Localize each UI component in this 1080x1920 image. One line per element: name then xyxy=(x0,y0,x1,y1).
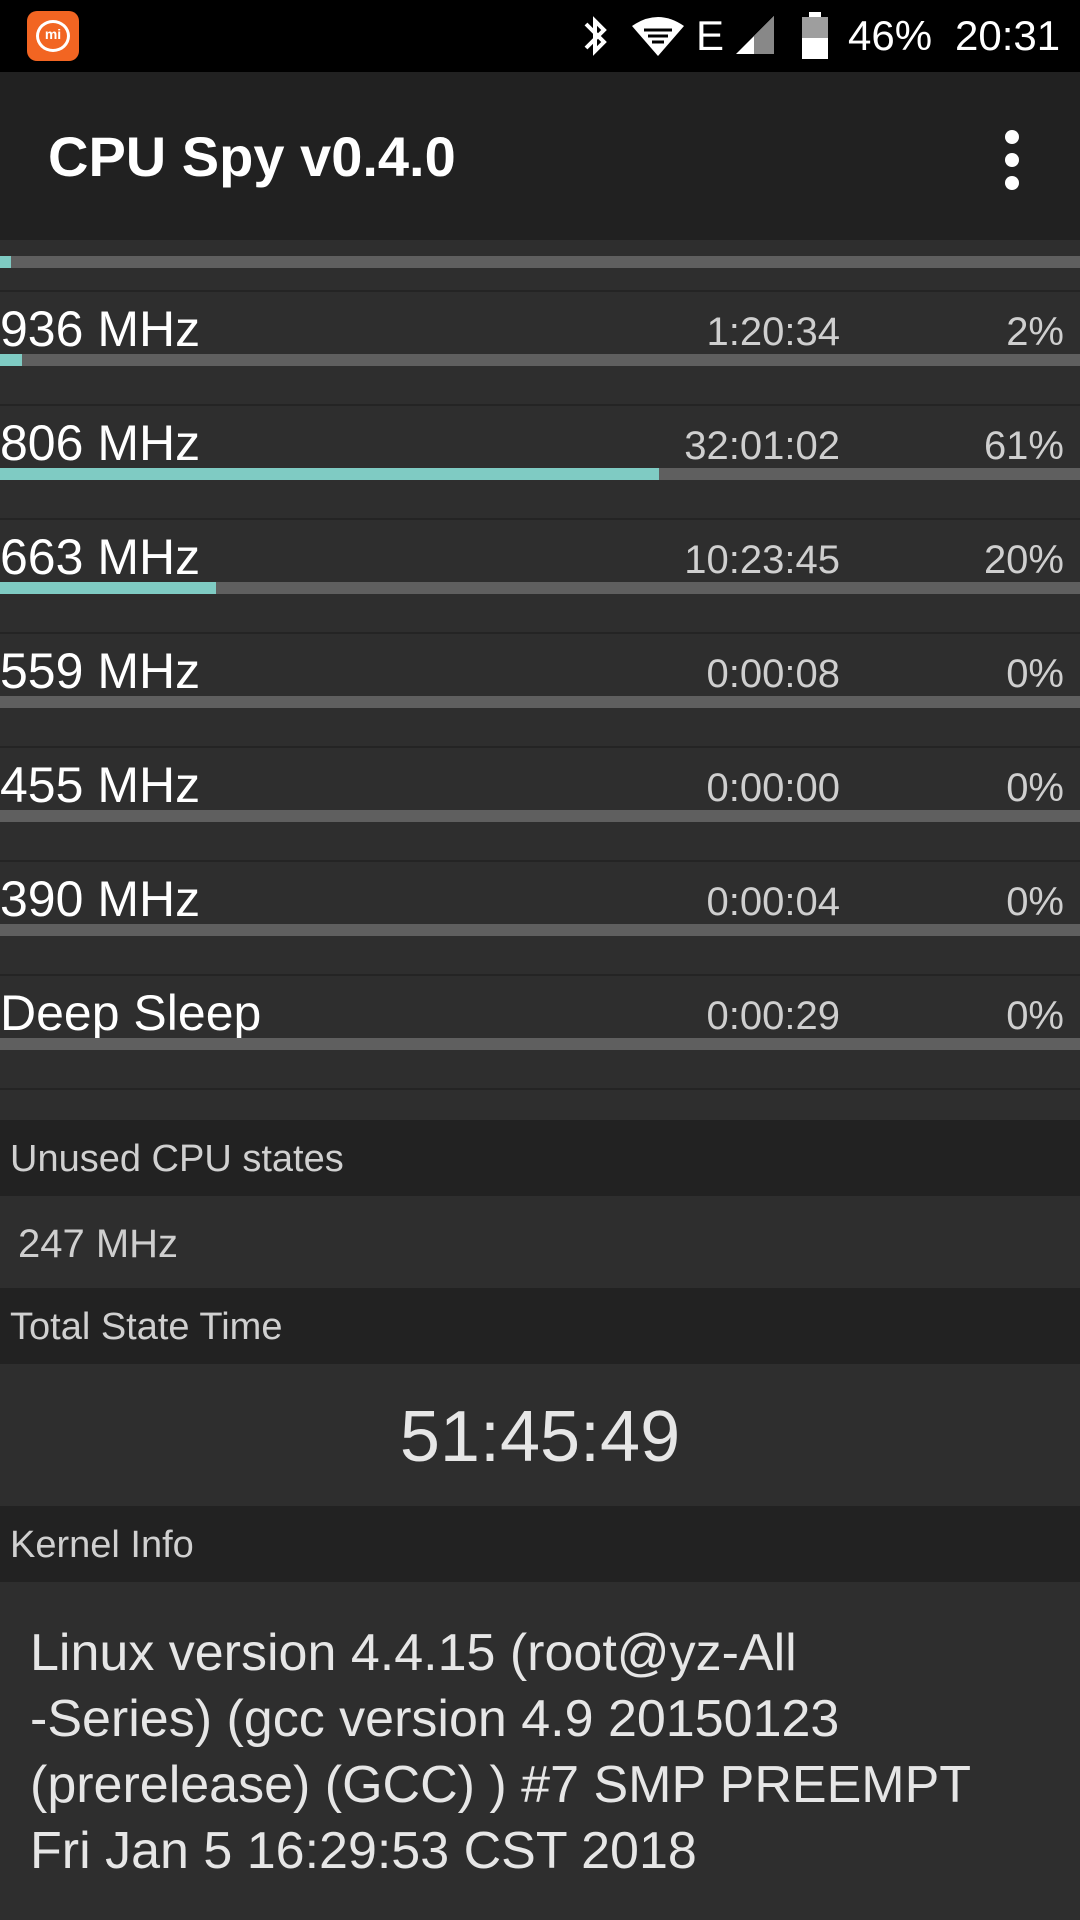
battery-percent: 46% xyxy=(848,12,933,59)
signal-icon xyxy=(736,16,774,54)
kernel-line: Fri Jan 5 16:29:53 CST 2018 xyxy=(30,1822,697,1880)
state-frequency: Deep Sleep xyxy=(0,985,262,1041)
clock: 20:31 xyxy=(955,12,1061,59)
state-usage-bar xyxy=(0,1038,1080,1050)
app-title: CPU Spy v0.4.0 xyxy=(48,125,456,188)
cpu-state-row: 390 MHz 0:00:04 0% xyxy=(0,862,1080,976)
state-frequency: 559 MHz xyxy=(0,643,201,699)
state-percent: 2% xyxy=(1006,310,1064,354)
state-time: 1:20:34 xyxy=(706,310,840,354)
top-usage-fill xyxy=(0,256,11,268)
state-time: 32:01:02 xyxy=(684,424,840,468)
unused-state-value: 247 MHz xyxy=(18,1222,179,1266)
unused-header-label: Unused CPU states xyxy=(10,1138,344,1180)
total-header-label: Total State Time xyxy=(10,1306,283,1348)
state-time: 10:23:45 xyxy=(684,538,840,582)
state-time: 0:00:04 xyxy=(706,880,840,924)
state-frequency: 455 MHz xyxy=(0,757,201,813)
cpu-state-row: 663 MHz 10:23:45 20% xyxy=(0,520,1080,634)
state-time: 0:00:08 xyxy=(706,652,840,696)
app-bar: CPU Spy v0.4.0 xyxy=(0,72,1080,240)
state-percent: 0% xyxy=(1006,880,1064,924)
state-usage-bar xyxy=(0,582,1080,594)
state-percent: 20% xyxy=(983,538,1064,582)
kernel-header-label: Kernel Info xyxy=(10,1524,194,1566)
unused-header: Unused CPU states xyxy=(0,1120,1080,1196)
state-usage-bar xyxy=(0,924,1080,936)
state-percent: 0% xyxy=(1006,994,1064,1038)
status-bar: mi E 46% 20:31 xyxy=(0,0,1080,72)
state-usage-fill xyxy=(0,354,22,366)
state-usage-bar xyxy=(0,468,1080,480)
bluetooth-icon xyxy=(584,16,607,56)
total-state-time: 51:45:49 xyxy=(399,1397,681,1477)
state-percent: 0% xyxy=(1006,652,1064,696)
state-percent: 61% xyxy=(983,424,1064,468)
state-usage-bar xyxy=(0,354,1080,366)
state-usage-fill xyxy=(0,468,659,480)
state-usage-bar xyxy=(0,696,1080,708)
kernel-line: Linux version 4.4.15 (root@yz-All xyxy=(30,1624,797,1682)
cpu-state-row: 455 MHz 0:00:00 0% xyxy=(0,748,1080,862)
top-usage-bar xyxy=(0,256,1080,268)
state-usage-fill xyxy=(0,582,216,594)
state-frequency: 936 MHz xyxy=(0,301,201,357)
cpu-state-row: Deep Sleep 0:00:29 0% xyxy=(0,976,1080,1090)
divider xyxy=(0,1088,1080,1090)
state-frequency: 390 MHz xyxy=(0,871,201,927)
state-frequency: 806 MHz xyxy=(0,415,201,471)
cpu-state-row: 936 MHz 1:20:34 2% xyxy=(0,292,1080,406)
kernel-line: (prerelease) (GCC) ) #7 SMP PREEMPT xyxy=(30,1756,972,1814)
cpu-state-row: 806 MHz 32:01:02 61% xyxy=(0,406,1080,520)
state-time: 0:00:00 xyxy=(706,766,840,810)
state-usage-bar xyxy=(0,810,1080,822)
kernel-line: -Series) (gcc version 4.9 20150123 xyxy=(30,1690,840,1748)
state-frequency: 663 MHz xyxy=(0,529,201,585)
state-percent: 0% xyxy=(1006,766,1064,810)
network-type: E xyxy=(696,12,725,59)
total-header: Total State Time xyxy=(0,1288,1080,1364)
battery-icon xyxy=(802,12,828,59)
kernel-info-text: Linux version 4.4.15 (root@yz-All -Serie… xyxy=(30,1620,1060,1884)
overflow-menu-icon[interactable] xyxy=(996,130,1028,190)
wifi-icon xyxy=(632,17,684,56)
state-time: 0:00:29 xyxy=(706,994,840,1038)
kernel-header: Kernel Info xyxy=(0,1506,1080,1582)
cpu-state-row: 559 MHz 0:00:08 0% xyxy=(0,634,1080,748)
mi-logo-icon: mi xyxy=(27,11,79,61)
